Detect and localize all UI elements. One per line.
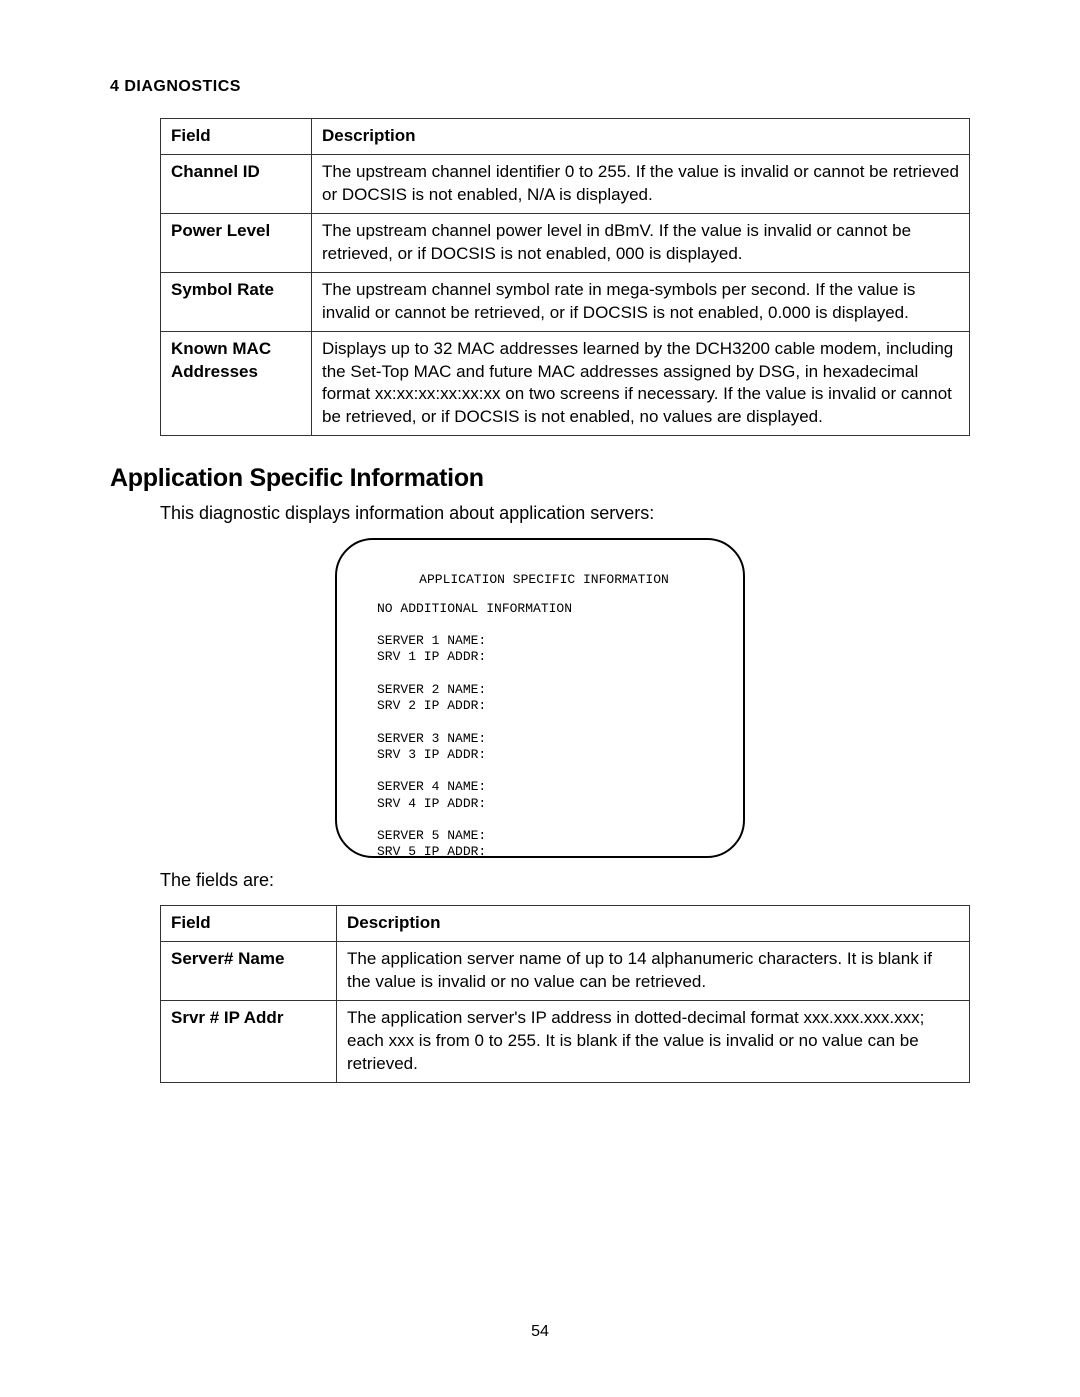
table-row: Channel ID The upstream channel identifi… <box>161 154 970 213</box>
field-name: Symbol Rate <box>161 272 312 331</box>
upstream-fields-table: Field Description Channel ID The upstrea… <box>160 118 970 436</box>
field-name: Power Level <box>161 213 312 272</box>
table-row: Symbol Rate The upstream channel symbol … <box>161 272 970 331</box>
field-name: Channel ID <box>161 154 312 213</box>
app-fields-table: Field Description Server# Name The appli… <box>160 905 970 1083</box>
field-desc: Displays up to 32 MAC addresses learned … <box>312 331 970 436</box>
field-name: Known MAC Addresses <box>161 331 312 436</box>
table-row: Srvr # IP Addr The application server's … <box>161 1001 970 1083</box>
col-field: Field <box>161 906 337 942</box>
col-field: Field <box>161 119 312 155</box>
table-row: Known MAC Addresses Displays up to 32 MA… <box>161 331 970 436</box>
section-header: 4 DIAGNOSTICS <box>110 78 970 96</box>
screen-body: NO ADDITIONAL INFORMATION SERVER 1 NAME:… <box>377 601 711 861</box>
tv-screen: APPLICATION SPECIFIC INFORMATION NO ADDI… <box>335 538 745 858</box>
table-row: Power Level The upstream channel power l… <box>161 213 970 272</box>
table-row: Server# Name The application server name… <box>161 942 970 1001</box>
section-title: Application Specific Information <box>110 464 970 493</box>
field-name: Server# Name <box>161 942 337 1001</box>
fields-intro: The fields are: <box>160 870 970 891</box>
table-header-row: Field Description <box>161 906 970 942</box>
field-desc: The application server's IP address in d… <box>337 1001 970 1083</box>
col-description: Description <box>337 906 970 942</box>
page-number: 54 <box>0 1323 1080 1341</box>
field-desc: The upstream channel symbol rate in mega… <box>312 272 970 331</box>
field-desc: The upstream channel identifier 0 to 255… <box>312 154 970 213</box>
intro-text: This diagnostic displays information abo… <box>160 503 970 524</box>
field-desc: The application server name of up to 14 … <box>337 942 970 1001</box>
screenshot-figure: APPLICATION SPECIFIC INFORMATION NO ADDI… <box>110 538 970 858</box>
col-description: Description <box>312 119 970 155</box>
field-desc: The upstream channel power level in dBmV… <box>312 213 970 272</box>
table-header-row: Field Description <box>161 119 970 155</box>
field-name: Srvr # IP Addr <box>161 1001 337 1083</box>
screen-title: APPLICATION SPECIFIC INFORMATION <box>377 572 711 588</box>
